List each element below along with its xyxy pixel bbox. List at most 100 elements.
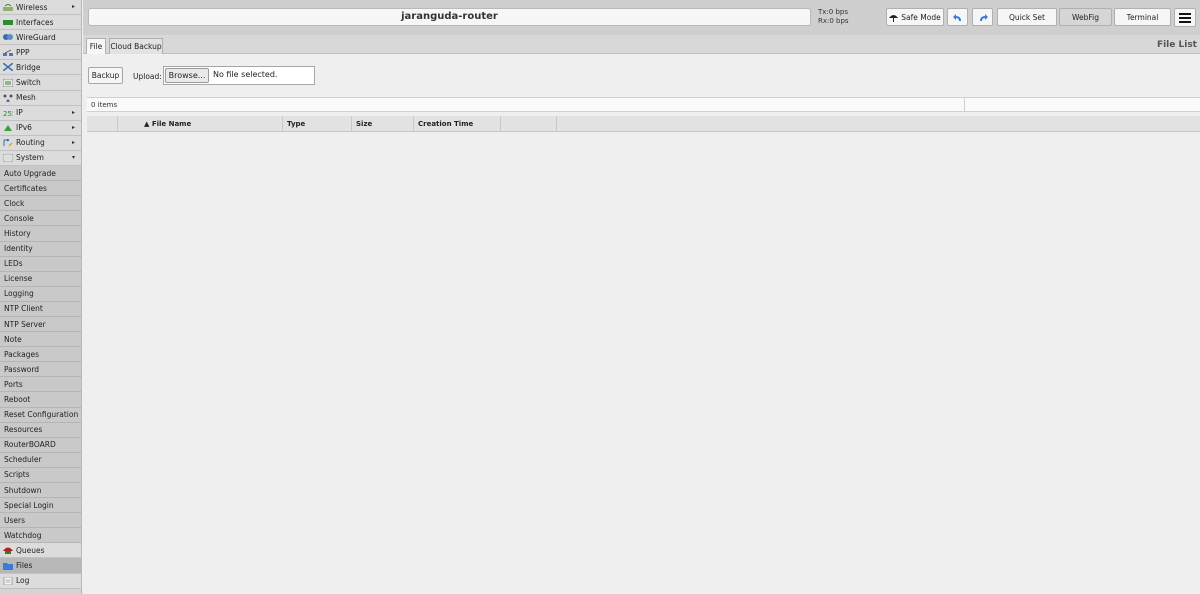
- sidebar-item-label: System: [16, 153, 44, 163]
- tab-file-label: File: [89, 42, 103, 51]
- sidebar-subitem-ntp-server[interactable]: NTP Server: [0, 316, 81, 333]
- bridge-icon: [3, 63, 13, 72]
- sidebar-subitem-label: Resources: [4, 425, 43, 435]
- column-header-label: Size: [356, 120, 373, 128]
- sidebar-item-files[interactable]: Files: [0, 558, 81, 574]
- items-count: 0 items: [91, 101, 118, 109]
- sidebar-item-switch[interactable]: Switch: [0, 75, 81, 91]
- sidebar-subitem-label: Reset Configuration: [4, 410, 79, 420]
- sidebar: Wireless ▸ Interfaces WireGuard PPP Brid…: [0, 0, 82, 594]
- items-count-bar: 0 items: [87, 97, 1200, 112]
- column-header-label: Type: [287, 120, 306, 128]
- sidebar-item-label: Wireless: [16, 2, 48, 12]
- sidebar-subitem-certificates[interactable]: Certificates: [0, 181, 81, 197]
- file-status: No file selected.: [213, 70, 278, 79]
- webfig-label: WebFig: [1072, 12, 1099, 22]
- divider: [964, 98, 965, 112]
- mesh-icon: [3, 94, 13, 102]
- traffic-stats: Tx:0 bps Rx:0 bps: [818, 8, 849, 26]
- backup-label: Backup: [91, 71, 120, 80]
- sidebar-item-ip[interactable]: 255 IP ▸: [0, 105, 81, 121]
- tab-cloud-backup[interactable]: Cloud Backup: [109, 38, 163, 54]
- sidebar-item-interfaces[interactable]: Interfaces: [0, 15, 81, 31]
- sidebar-item-log[interactable]: Log: [0, 573, 81, 589]
- sidebar-subitem-reset-configuration[interactable]: Reset Configuration: [0, 407, 81, 423]
- sidebar-item-label: Interfaces: [16, 17, 54, 27]
- switch-icon: [3, 78, 13, 87]
- sidebar-item-label: Switch: [16, 78, 41, 88]
- sidebar-subitem-clock[interactable]: Clock: [0, 196, 81, 212]
- sidebar-subitem-label: Certificates: [4, 183, 47, 193]
- sidebar-item-label: IPv6: [16, 123, 32, 133]
- sidebar-item-system[interactable]: System ▾: [0, 150, 81, 167]
- sidebar-subitem-label: History: [4, 228, 31, 238]
- sidebar-item-label: Bridge: [16, 62, 41, 72]
- column-header-size[interactable]: Size: [352, 116, 414, 132]
- queues-icon: [3, 546, 13, 555]
- sidebar-subitem-shutdown[interactable]: Shutdown: [0, 483, 81, 499]
- sidebar-subitem-console[interactable]: Console: [0, 211, 81, 227]
- sidebar-item-routing[interactable]: Routing ▸: [0, 135, 81, 151]
- sidebar-subitem-label: Console: [4, 213, 34, 223]
- router-hostname: jaranguda-router: [88, 8, 811, 26]
- sidebar-subitem-label: Logging: [4, 289, 34, 299]
- sidebar-item-bridge[interactable]: Bridge: [0, 60, 81, 76]
- file-upload-input[interactable]: Browse... No file selected.: [163, 66, 315, 85]
- sidebar-item-label: Log: [16, 576, 30, 586]
- wireguard-icon: [3, 33, 13, 41]
- tx-rate: Tx:0 bps: [818, 8, 848, 16]
- sidebar-subitem-label: Packages: [4, 349, 39, 359]
- sidebar-subitem-label: Ports: [4, 379, 23, 389]
- sidebar-subitem-password[interactable]: Password: [0, 362, 81, 378]
- sidebar-item-ppp[interactable]: PPP: [0, 45, 81, 61]
- tab-file[interactable]: File: [86, 38, 106, 54]
- column-header-type[interactable]: Type: [283, 116, 352, 132]
- sidebar-subitem-history[interactable]: History: [0, 226, 81, 242]
- sidebar-item-ipv6[interactable]: IPv6 ▸: [0, 120, 81, 136]
- sidebar-subitem-scripts[interactable]: Scripts: [0, 467, 81, 483]
- sidebar-subitem-scheduler[interactable]: Scheduler: [0, 452, 81, 468]
- sidebar-item-wireguard[interactable]: WireGuard: [0, 30, 81, 46]
- sidebar-subitem-resources[interactable]: Resources: [0, 422, 81, 438]
- sidebar-subitem-reboot[interactable]: Reboot: [0, 392, 81, 408]
- column-header-creation-time[interactable]: Creation Time: [414, 116, 501, 132]
- log-icon: [3, 576, 13, 585]
- terminal-button[interactable]: Terminal: [1114, 8, 1171, 26]
- chevron-down-icon: ▾: [71, 153, 75, 161]
- sidebar-subitem-label: Shutdown: [4, 485, 42, 495]
- column-select[interactable]: [87, 116, 118, 132]
- files-icon: [3, 562, 13, 570]
- sidebar-subitem-label: NTP Client: [4, 304, 43, 314]
- quick-set-button[interactable]: Quick Set: [997, 8, 1057, 26]
- sidebar-item-queues[interactable]: Queues: [0, 543, 81, 559]
- ppp-icon: [3, 48, 13, 57]
- sidebar-subitem-auto-upgrade[interactable]: Auto Upgrade: [0, 166, 81, 182]
- redo-button[interactable]: [972, 8, 993, 26]
- hamburger-menu-button[interactable]: [1174, 8, 1196, 27]
- webfig-button[interactable]: WebFig: [1059, 8, 1112, 26]
- sidebar-subitem-logging[interactable]: Logging: [0, 286, 81, 302]
- sidebar-subitem-leds[interactable]: LEDs: [0, 256, 81, 272]
- sidebar-subitem-note[interactable]: Note: [0, 332, 81, 348]
- sidebar-subitem-label: License: [4, 274, 33, 284]
- sidebar-subitem-watchdog[interactable]: Watchdog: [0, 528, 81, 544]
- undo-button[interactable]: [947, 8, 968, 26]
- sidebar-subitem-packages[interactable]: Packages: [0, 347, 81, 363]
- system-icon: [3, 153, 13, 162]
- safe-mode-button[interactable]: Safe Mode: [886, 8, 944, 26]
- browse-button[interactable]: Browse...: [165, 68, 209, 83]
- sidebar-subitem-license[interactable]: License: [0, 271, 81, 287]
- interfaces-icon: [3, 18, 13, 26]
- sidebar-subitem-special-login[interactable]: Special Login: [0, 498, 81, 514]
- sidebar-item-mesh[interactable]: Mesh: [0, 90, 81, 106]
- chevron-right-icon: ▸: [71, 108, 75, 116]
- sidebar-item-wireless[interactable]: Wireless ▸: [0, 0, 81, 16]
- column-header-file-name[interactable]: ▲ File Name: [118, 116, 283, 132]
- sidebar-subitem-identity[interactable]: Identity: [0, 241, 81, 257]
- backup-button[interactable]: Backup: [88, 67, 123, 84]
- sidebar-subitem-ports[interactable]: Ports: [0, 377, 81, 393]
- sidebar-subitem-routerboard[interactable]: RouterBOARD: [0, 437, 81, 453]
- sidebar-subitem-ntp-client[interactable]: NTP Client: [0, 301, 81, 317]
- wireless-icon: [3, 3, 13, 12]
- sidebar-subitem-users[interactable]: Users: [0, 513, 81, 529]
